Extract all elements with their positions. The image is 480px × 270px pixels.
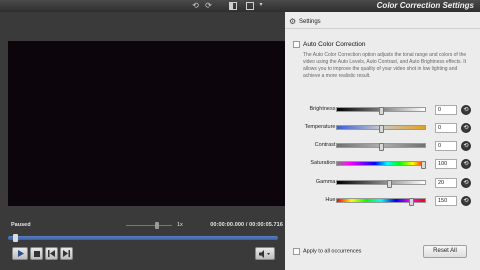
speed-slider-track[interactable]	[126, 225, 172, 226]
saturation-value-input[interactable]: 100	[435, 159, 457, 169]
gamma-label: Gamma:	[315, 179, 337, 185]
saturation-slider-thumb[interactable]	[421, 161, 426, 169]
hue-row: Hue: 150 ⟲	[285, 196, 480, 206]
contrast-slider-thumb[interactable]	[378, 143, 384, 151]
apply-to-all-label: Apply to all occurrences	[303, 248, 362, 255]
playback-status: Paused	[11, 222, 31, 228]
apply-to-all[interactable]: Apply to all occurrences	[293, 248, 361, 255]
apply-to-all-checkbox[interactable]	[293, 248, 300, 255]
brightness-value-input[interactable]: 0	[435, 105, 457, 115]
gamma-slider[interactable]	[336, 180, 426, 188]
contrast-label: Contrast:	[314, 142, 337, 148]
brightness-label: Brightness:	[309, 106, 337, 112]
play-button[interactable]	[12, 247, 28, 260]
brightness-reset-icon[interactable]: ⟲	[461, 105, 471, 115]
temperature-slider-thumb[interactable]	[378, 125, 384, 133]
player-area	[0, 12, 287, 270]
previous-frame-button[interactable]	[45, 247, 58, 260]
saturation-reset-icon[interactable]: ⟲	[461, 159, 471, 169]
next-frame-button[interactable]	[60, 247, 73, 260]
temperature-value-input[interactable]: 0	[435, 123, 457, 133]
saturation-label: Saturation:	[310, 160, 337, 166]
temperature-row: Temperature: 0 ⟲	[285, 123, 480, 133]
gamma-reset-icon[interactable]: ⟲	[461, 178, 471, 188]
volume-button[interactable]	[255, 247, 275, 260]
settings-panel: ⚙ Settings Auto Color Correction The Aut…	[285, 12, 480, 270]
auto-color-correction-label: Auto Color Correction	[303, 41, 366, 48]
hue-reset-icon[interactable]: ⟲	[461, 196, 471, 206]
hue-value-input[interactable]: 150	[435, 196, 457, 206]
settings-header: ⚙ Settings	[285, 16, 480, 29]
gear-icon: ⚙	[289, 17, 297, 26]
auto-color-correction-checkbox[interactable]	[293, 41, 300, 48]
redo-icon[interactable]: ⟳	[203, 1, 214, 10]
contrast-row: Contrast: 0 ⟲	[285, 141, 480, 151]
settings-title: Settings	[299, 19, 321, 25]
contrast-slider[interactable]	[336, 143, 426, 151]
saturation-row: Saturation: 100 ⟲	[285, 159, 480, 169]
temperature-reset-icon[interactable]: ⟲	[461, 123, 471, 133]
title-bar: ⟲ ⟳ ▾ Color Correction Settings	[0, 0, 480, 12]
brightness-row: Brightness: 0 ⟲	[285, 105, 480, 115]
playback-controls	[12, 247, 73, 261]
chevron-down-icon[interactable]: ▾	[257, 1, 265, 10]
contrast-reset-icon[interactable]: ⟲	[461, 141, 471, 151]
gamma-slider-thumb[interactable]	[387, 180, 392, 188]
seek-bar[interactable]	[8, 236, 278, 240]
play-icon	[17, 250, 24, 257]
previous-icon	[48, 250, 55, 257]
temperature-label: Temperature:	[304, 124, 337, 130]
seek-thumb[interactable]	[13, 234, 19, 242]
video-preview[interactable]	[8, 41, 287, 206]
timecode: 00:00:00.000 / 00:00:05.716	[210, 222, 283, 228]
auto-color-correction-description: The Auto Color Correction option adjusts…	[303, 52, 467, 79]
player-status-bar: Paused 1x 00:00:00.000 / 00:00:05.716	[8, 219, 287, 231]
temperature-slider[interactable]	[336, 125, 426, 133]
speaker-icon	[259, 249, 270, 258]
contrast-value-input[interactable]: 0	[435, 141, 457, 151]
hue-slider-thumb[interactable]	[409, 198, 415, 206]
playback-speed: 1x	[177, 222, 183, 228]
stop-icon	[33, 250, 40, 257]
split-view-icon[interactable]	[228, 1, 238, 10]
undo-icon[interactable]: ⟲	[190, 1, 201, 10]
reset-all-button[interactable]: Reset All	[423, 245, 467, 258]
view-icon[interactable]	[245, 1, 255, 10]
gamma-row: Gamma: 20 ⟲	[285, 178, 480, 188]
stop-button[interactable]	[30, 247, 43, 260]
brightness-slider-thumb[interactable]	[378, 107, 384, 115]
brightness-slider[interactable]	[336, 107, 426, 115]
speed-slider-thumb[interactable]	[155, 222, 160, 229]
hue-slider[interactable]	[336, 198, 426, 206]
window-title: Color Correction Settings	[376, 1, 474, 10]
gamma-value-input[interactable]: 20	[435, 178, 457, 188]
next-icon	[63, 250, 70, 257]
saturation-slider[interactable]	[336, 161, 426, 169]
